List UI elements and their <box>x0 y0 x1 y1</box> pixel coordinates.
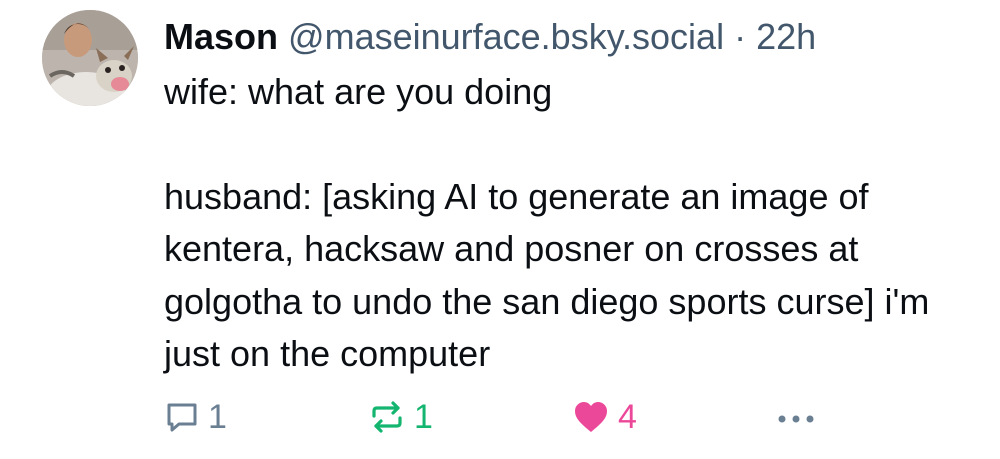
author-handle[interactable]: @maseinurface.bsky.social <box>288 16 724 57</box>
reply-count: 1 <box>208 398 227 436</box>
header-separator: · <box>734 16 747 57</box>
post-header: Mason @maseinurface.bsky.social · 22h <box>164 10 974 64</box>
post-text-line: wife: what are you doing <box>164 71 553 112</box>
more-options-button[interactable] <box>774 395 818 439</box>
more-dots-icon <box>774 399 818 435</box>
post-body: wife: what are you doing husband: [askin… <box>164 66 974 381</box>
post-text-paragraph: husband: [asking AI to generate an image… <box>164 175 940 375</box>
post-card[interactable]: Mason @maseinurface.bsky.social · 22h wi… <box>0 0 1000 459</box>
author-display-name[interactable]: Mason <box>164 16 278 57</box>
user-avatar-photo-icon <box>42 10 138 106</box>
repost-count: 1 <box>414 398 433 436</box>
reply-button[interactable]: 1 <box>164 395 227 439</box>
like-button[interactable]: 4 <box>572 395 637 439</box>
post-actions: 1 1 4 <box>164 395 984 439</box>
repost-button[interactable]: 1 <box>368 395 433 439</box>
author-avatar[interactable] <box>42 10 138 106</box>
post-content: Mason @maseinurface.bsky.social · 22h wi… <box>164 10 974 381</box>
like-count: 4 <box>618 398 637 436</box>
post-timestamp[interactable]: 22h <box>756 16 816 57</box>
repost-arrows-icon <box>368 399 406 435</box>
reply-bubble-icon <box>164 399 200 435</box>
heart-icon <box>572 399 610 435</box>
